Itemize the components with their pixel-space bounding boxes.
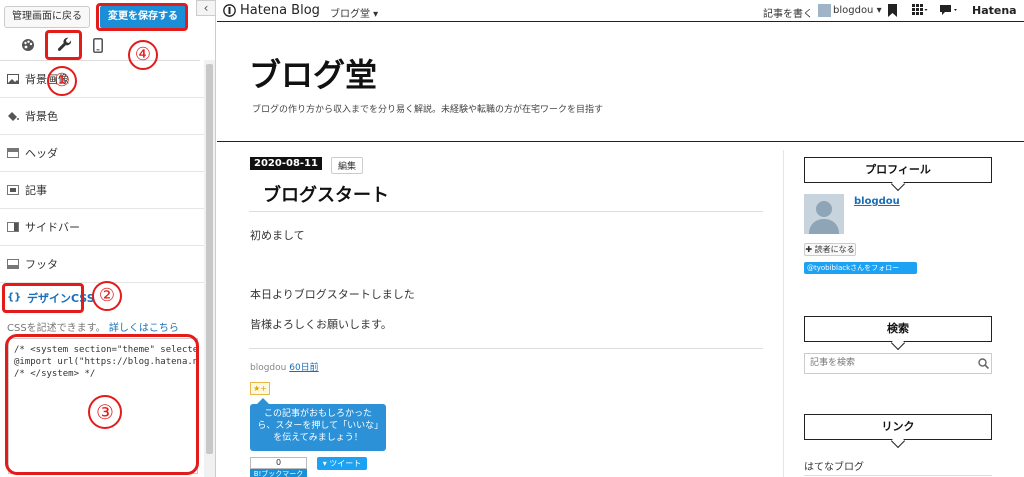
user-silhouette-icon [809,201,839,234]
article-icon [7,185,19,195]
meta-divider [249,348,763,349]
menu-label: 記事 [25,184,47,197]
annotation-box-1 [45,30,82,60]
menu-background-image[interactable]: 背景画像 [0,61,204,98]
collapse-panel-button[interactable]: ‹ [196,0,216,16]
sidebar-separator [783,150,784,477]
links-module-label: リンク [881,420,915,433]
blog-title[interactable]: ブログ堂 [249,50,377,96]
avatar[interactable] [818,4,831,17]
sidebar-icon [7,222,19,232]
menu-label: ヘッダ [25,147,58,160]
paint-icon [8,112,19,121]
article-date[interactable]: 2020-08-11 [250,157,322,170]
header-divider [217,141,1024,142]
tab-design[interactable] [18,36,38,54]
profile-avatar[interactable] [804,194,844,234]
footer-icon [7,259,19,269]
panel-scrollbar-thumb[interactable] [206,64,213,454]
article-line: 皆様よろしくお願いします。 [250,318,392,331]
title-divider [249,211,763,212]
link-item[interactable]: はてなブログ [804,458,864,473]
article-line: 初めまして [250,229,305,242]
twitter-icon: ▾ [322,459,327,468]
smartphone-icon [93,37,103,53]
menu-sidebar[interactable]: サイドバー [0,209,204,246]
twitter-follow-button[interactable]: @tyobiblackさんをフォロー [804,262,917,274]
tab-smartphone[interactable] [88,36,108,54]
blog-description: ブログの作り方から収入までを分り易く解説。未経験や転職の方が在宅ワークを目指す [252,105,604,115]
article-timestamp[interactable]: 60日前 [289,363,318,373]
user-menu-dropdown[interactable]: blogdou ▾ [833,5,882,16]
annotation-number-4: ④ [128,40,158,70]
search-module-label: 検索 [887,322,909,335]
module-title-tail [890,433,906,449]
become-reader-button[interactable]: ✚ 読者になる [804,243,856,256]
css-description-text: CSSを記述できます。 [7,323,106,334]
module-title-tail [890,335,906,351]
annotation-box-4 [96,3,188,31]
search-icon[interactable] [978,358,989,369]
menu-label: サイドバー [25,221,80,234]
hatena-blog-logo-text: Hatena Blog [240,3,320,18]
annotation-number-2: ② [92,281,122,311]
annotation-number-3: ③ [88,395,122,429]
header-icon [7,148,19,158]
article-meta: blogdou 60日前 [250,360,319,373]
bookmark-button[interactable]: B!ブックマーク [250,469,307,477]
css-description: CSSを記述できます。 詳しくはこちら [7,319,179,334]
menu-label: フッタ [25,258,58,271]
bookmark-count: 0 [250,457,307,469]
write-article-link[interactable]: 記事を書く [763,5,813,20]
links-module-title: リンク [804,414,992,449]
design-editor-panel: 管理画面に戻る 変更を保存する ‹ 背景画像 背景色 ヘッダ 記事 サイドバー … [0,0,216,477]
profile-module-title: プロフィール [804,157,992,192]
module-title-tail [890,176,906,192]
hatena-blog-logo-icon [223,4,236,17]
tweet-button[interactable]: ▾ ツイート [317,457,367,470]
menu-article[interactable]: 記事 [0,172,204,209]
search-module-title: 検索 [804,316,992,351]
menu-header[interactable]: ヘッダ [0,135,204,172]
article-line: 本日よりブログスタートしました [250,288,415,301]
palette-icon [22,39,34,51]
bookmark-icon[interactable] [888,4,897,17]
blog-menu-dropdown[interactable]: ブログ堂 ▾ [330,5,378,20]
link-divider [804,475,992,476]
profile-name-link[interactable]: blogdou [854,196,900,207]
annotation-number-1: ① [47,66,77,96]
add-star-button[interactable]: ★+ [250,382,270,395]
notification-icon[interactable] [940,4,958,17]
star-tooltip: この記事がおもしろかったら、スターを押して「いいな」を伝えてみましょう！ [250,404,386,451]
css-help-link[interactable]: 詳しくはこちら [109,323,179,334]
edit-article-button[interactable]: 編集 [331,157,364,174]
search-input[interactable]: 記事を検索 [804,353,992,374]
hatena-blog-logo[interactable]: Hatena Blog [223,3,320,18]
apps-grid-icon[interactable] [912,4,928,17]
menu-background-color[interactable]: 背景色 [0,98,204,135]
hatena-topbar: Hatena Blog ブログ堂 ▾ 記事を書く blogdou ▾ Haten… [217,0,1024,22]
image-icon [7,74,19,84]
blog-preview: Hatena Blog ブログ堂 ▾ 記事を書く blogdou ▾ Haten… [217,0,1024,477]
article-title[interactable]: ブログスタート [263,181,389,207]
menu-label: 背景色 [25,110,58,123]
profile-module-label: プロフィール [865,163,931,176]
hatena-link[interactable]: Hatena [972,4,1017,17]
article-author[interactable]: blogdou [250,363,286,373]
back-to-admin-button[interactable]: 管理画面に戻る [4,6,90,28]
tweet-label: ツイート [329,459,362,468]
annotation-box-2 [2,283,84,313]
screen: 管理画面に戻る 変更を保存する ‹ 背景画像 背景色 ヘッダ 記事 サイドバー … [0,0,1024,477]
menu-footer[interactable]: フッタ [0,246,204,283]
